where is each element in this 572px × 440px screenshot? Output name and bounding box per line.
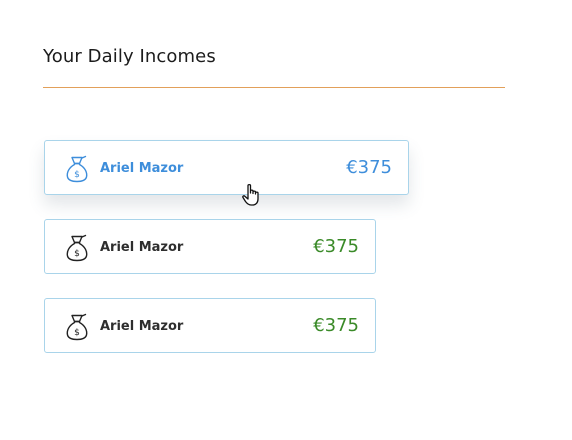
income-name: Ariel Mazor [100, 240, 184, 255]
money-bag-icon: $ [65, 234, 89, 262]
svg-text:$: $ [74, 249, 80, 259]
svg-text:$: $ [74, 170, 80, 180]
income-amount: €375 [313, 315, 359, 336]
income-card[interactable]: $ Ariel Mazor €375 [44, 298, 376, 353]
income-name: Ariel Mazor [100, 319, 184, 334]
svg-text:$: $ [74, 328, 80, 338]
income-name: Ariel Mazor [100, 161, 184, 176]
page-title: Your Daily Incomes [43, 46, 216, 67]
income-amount: €375 [346, 157, 392, 178]
income-card[interactable]: $ Ariel Mazor €375 [44, 140, 409, 195]
income-amount: €375 [313, 236, 359, 257]
title-divider [43, 87, 505, 88]
money-bag-icon: $ [65, 155, 89, 183]
money-bag-icon: $ [65, 313, 89, 341]
income-card[interactable]: $ Ariel Mazor €375 [44, 219, 376, 274]
